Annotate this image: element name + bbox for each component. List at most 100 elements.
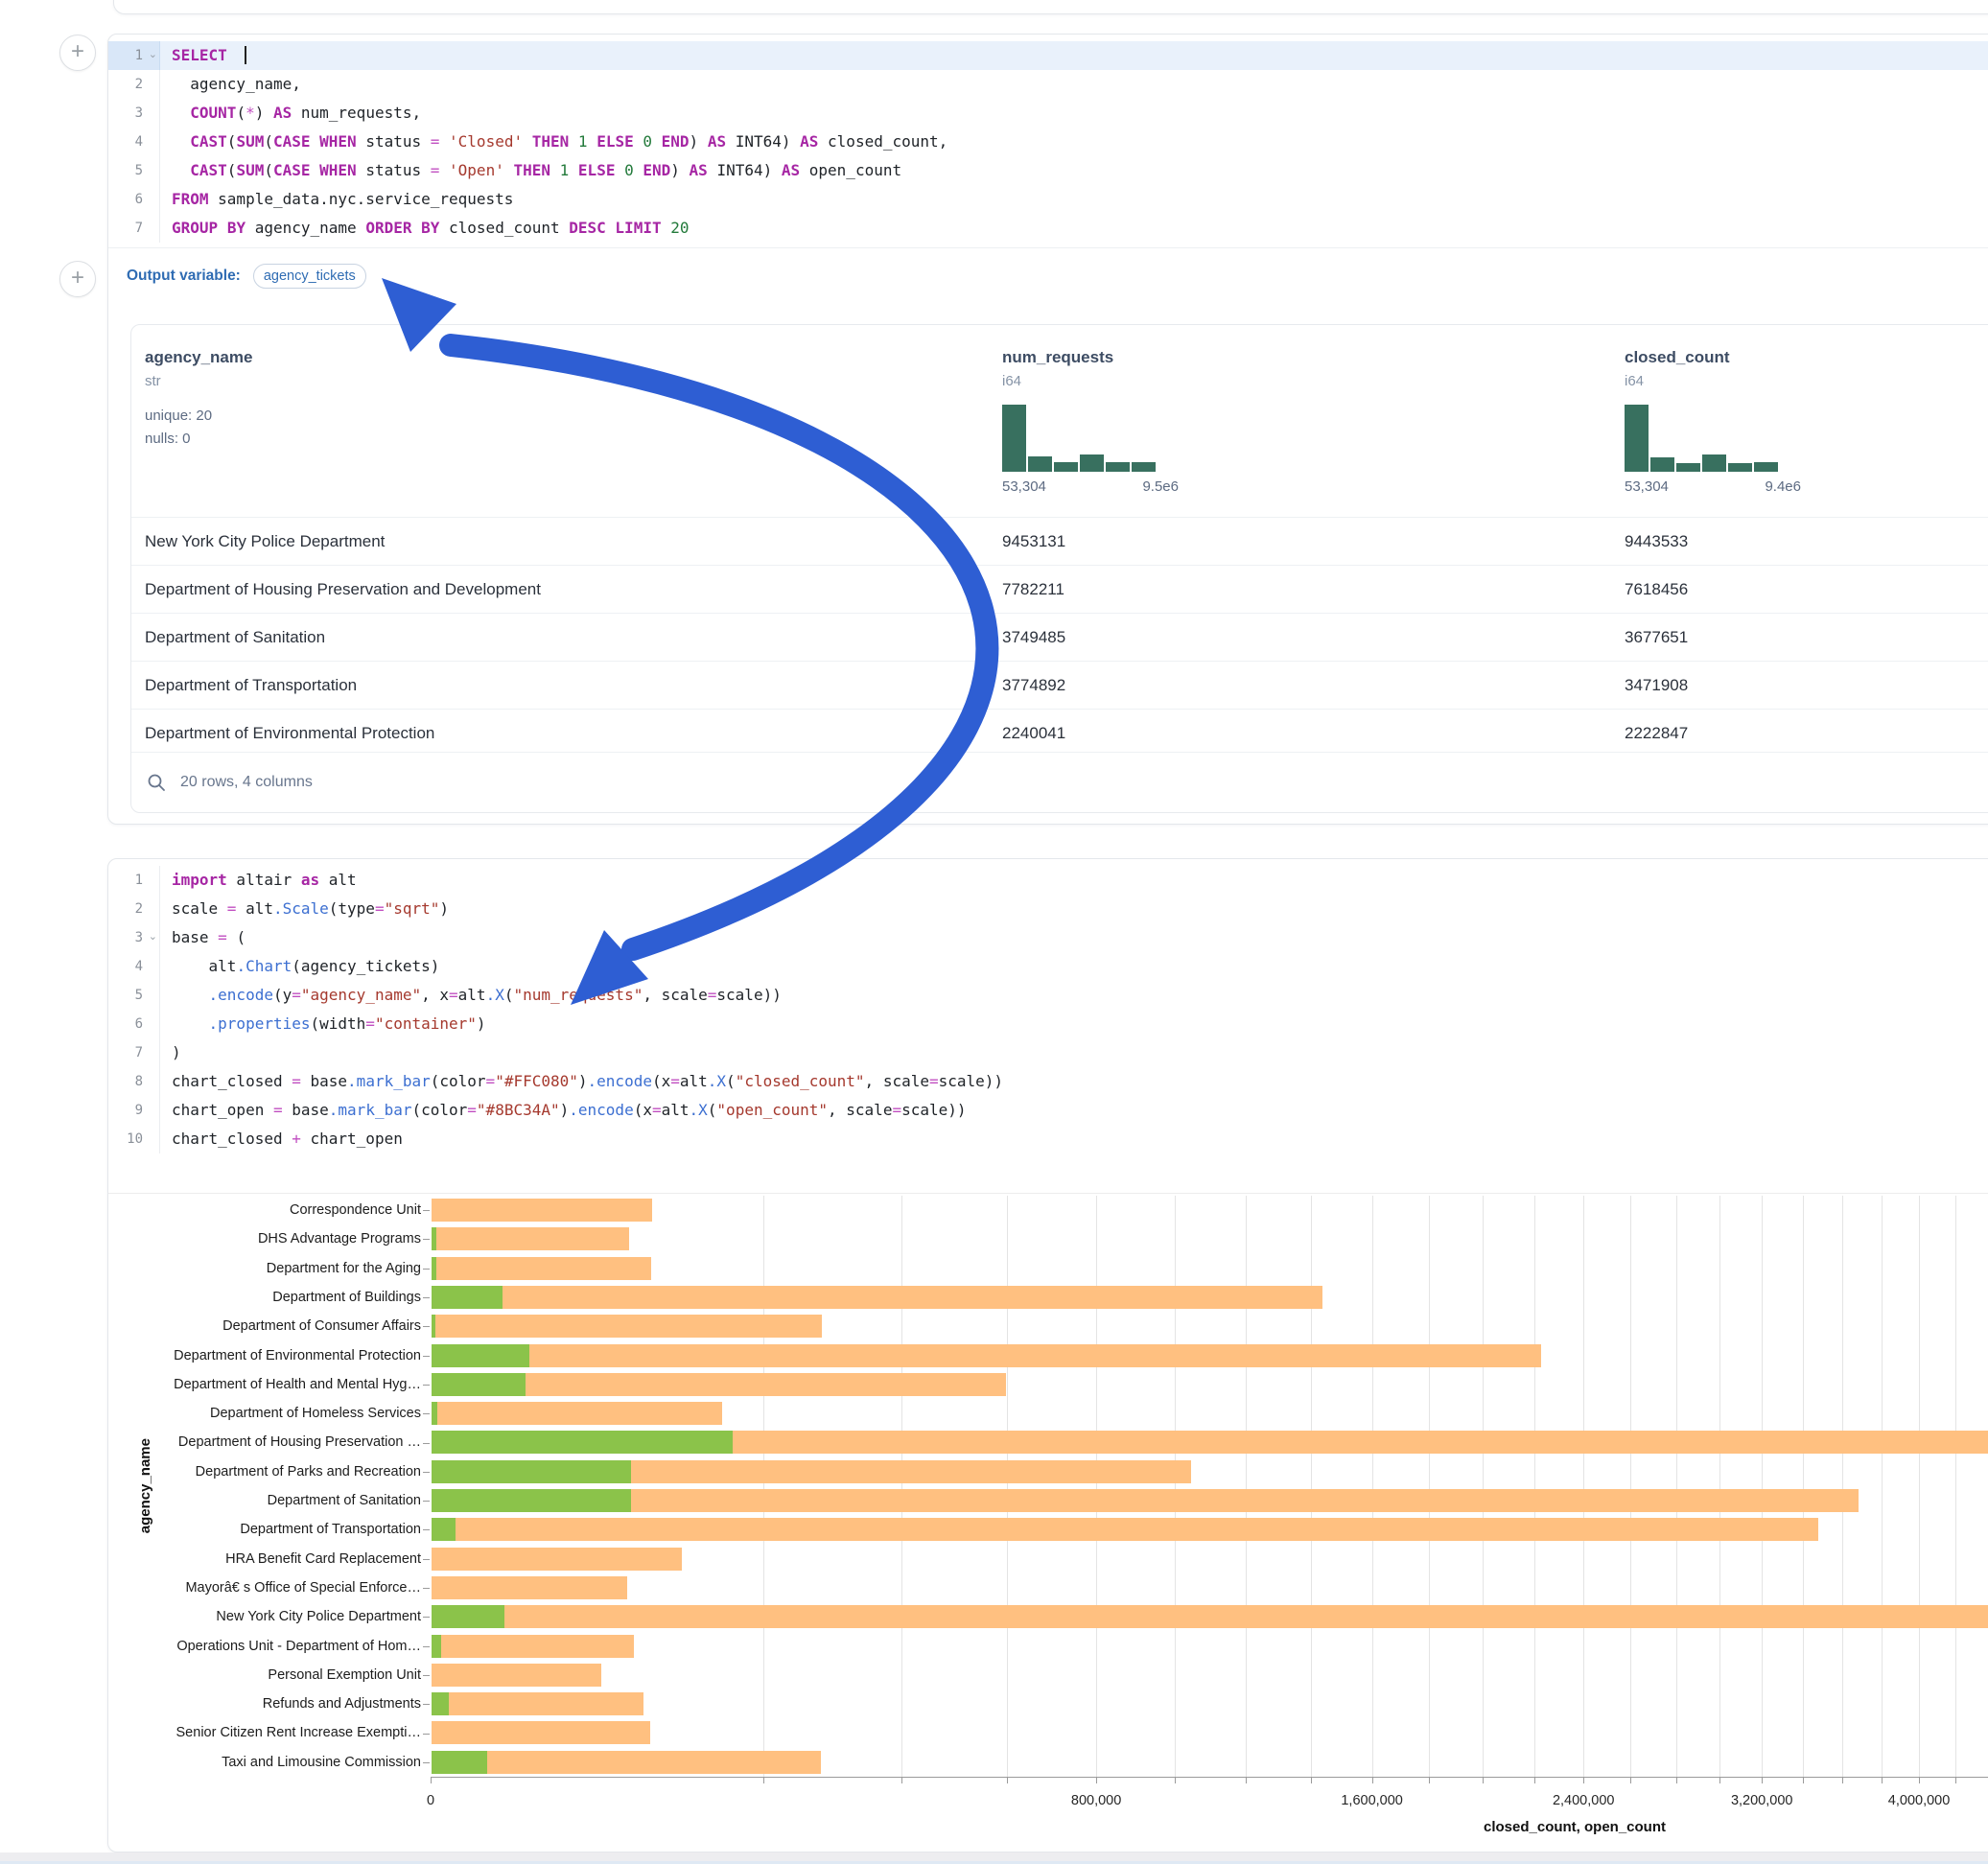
add-cell-button[interactable]: +	[59, 261, 96, 297]
bar-closed-count	[432, 1199, 652, 1222]
table-footer: 20 rows, 4 columns	[131, 752, 1988, 812]
table-cell: 9453131	[1002, 518, 1065, 565]
x-tick	[901, 1778, 902, 1783]
gridline	[1246, 1196, 1247, 1777]
y-tick	[423, 1239, 430, 1240]
table-cell: 3774892	[1002, 662, 1065, 709]
previous-cell-card	[113, 0, 1988, 14]
bar-closed-count	[432, 1635, 634, 1658]
x-tick	[1311, 1778, 1312, 1783]
histogram-bar	[1728, 463, 1752, 472]
bar-open-count	[432, 1373, 526, 1396]
table-row: Department of Transportation377489234719…	[131, 661, 1988, 709]
output-variable-row: Output variable: agency_tickets	[108, 256, 366, 296]
y-axis-label: Mayorâ€ s Office of Special Enforce…	[133, 1573, 421, 1602]
bar-closed-count	[432, 1664, 601, 1687]
y-tick	[423, 1385, 430, 1386]
output-variable-chip[interactable]: agency_tickets	[253, 264, 366, 289]
table-row: New York City Police Department 9453131 94…	[131, 517, 1988, 565]
histogram-range-labels: 53,3049.5e6	[1002, 478, 1179, 495]
x-tick	[1955, 1778, 1956, 1783]
bar-closed-count	[432, 1489, 1859, 1512]
table-cell: Department of Transportation	[145, 662, 357, 709]
x-tick	[1676, 1778, 1677, 1783]
table-row: Department of Sanitation37494853677651	[131, 613, 1988, 661]
histogram-bar	[1625, 405, 1649, 472]
dataframe-preview-card: agency_namestr unique: 20nulls: 0 num_requ…	[130, 324, 1988, 813]
column-header-agency_name[interactable]: agency_namestr unique: 20nulls: 0	[145, 325, 471, 517]
layered-bar-chart: 0800,0001,600,0002,400,0003,200,0004,000…	[108, 859, 1988, 1852]
table-cell: 2222847	[1625, 710, 1688, 757]
line-number: 4	[108, 128, 160, 156]
table-row: Department of Housing Preservation and D…	[131, 565, 1988, 613]
gridline	[1630, 1196, 1631, 1777]
x-tick	[763, 1778, 764, 1783]
y-tick	[423, 1529, 430, 1530]
y-tick	[423, 1501, 430, 1502]
line-number: 6	[108, 185, 160, 214]
add-cell-button[interactable]: +	[59, 35, 96, 71]
x-axis-line	[431, 1777, 1988, 1778]
fold-chevron-icon[interactable]: ⌄	[149, 40, 157, 69]
y-axis-label: Department for the Aging	[133, 1254, 421, 1283]
y-axis-label: Department of Environmental Protection	[133, 1341, 421, 1370]
column-name: agency_name	[145, 325, 471, 367]
table-cell: New York City Police Department	[145, 518, 385, 565]
column-stats: unique: 20nulls: 0	[145, 405, 471, 451]
table-cell: 3677651	[1625, 614, 1688, 661]
x-tick	[1534, 1778, 1535, 1783]
histogram-bar	[1754, 462, 1778, 472]
bar-open-count	[432, 1227, 436, 1250]
gridline	[1483, 1196, 1484, 1777]
bar-open-count	[432, 1344, 529, 1367]
y-tick	[423, 1210, 430, 1211]
x-tick-label: 1,600,000	[1341, 1793, 1403, 1808]
y-axis-label: Department of Health and Mental Hyg…	[133, 1370, 421, 1399]
x-tick	[1483, 1778, 1484, 1783]
y-axis-title: agency_name	[137, 1196, 153, 1777]
y-tick	[423, 1356, 430, 1357]
gridline	[1955, 1196, 1956, 1777]
gridline	[1311, 1196, 1312, 1777]
x-tick-label: 2,400,000	[1553, 1793, 1615, 1808]
x-tick	[1842, 1778, 1843, 1783]
line-number: 2	[108, 70, 160, 99]
gridline	[1803, 1196, 1804, 1777]
y-axis-label: Department of Parks and Recreation	[133, 1457, 421, 1486]
sql-code-editor[interactable]: 1⌄SELECT 2 agency_name,3 COUNT(*) AS num…	[108, 41, 1988, 243]
code-line: 1⌄SELECT	[108, 41, 1988, 70]
column-header-num_requests[interactable]: num_requestsi6453,3049.5e6	[1002, 325, 1328, 517]
y-axis-label: Department of Sanitation	[133, 1486, 421, 1515]
y-tick	[423, 1413, 430, 1414]
column-histogram	[1625, 405, 1778, 472]
x-tick	[1096, 1778, 1097, 1783]
column-name: num_requests	[1002, 325, 1328, 367]
notebook-page: + + 1⌄SELECT 2 agency_name,3 COUNT(*) AS…	[0, 0, 1988, 1864]
bar-closed-count	[432, 1402, 722, 1425]
histogram-bar	[1702, 454, 1726, 472]
code-text: GROUP BY agency_name ORDER BY closed_cou…	[160, 214, 690, 243]
gridline	[763, 1196, 764, 1777]
gridline	[1842, 1196, 1843, 1777]
code-text: COUNT(*) AS num_requests,	[160, 99, 421, 128]
bar-open-count	[432, 1635, 441, 1658]
search-icon[interactable]	[147, 773, 166, 792]
y-axis-label: DHS Advantage Programs	[133, 1224, 421, 1253]
code-text: CAST(SUM(CASE WHEN status = 'Open' THEN …	[160, 156, 901, 185]
table-cell: 9443533	[1625, 518, 1688, 565]
x-tick	[1175, 1778, 1176, 1783]
gridline	[1676, 1196, 1677, 1777]
column-header-closed_count[interactable]: closed_counti6453,3049.4e6	[1625, 325, 1951, 517]
histogram-bar	[1676, 463, 1700, 472]
bar-open-count	[432, 1692, 449, 1715]
bar-closed-count	[432, 1257, 651, 1280]
column-type: str	[145, 373, 471, 389]
bar-closed-count	[432, 1315, 822, 1338]
y-axis-label: Department of Buildings	[133, 1283, 421, 1312]
histogram-bar	[1650, 457, 1674, 472]
y-axis-label: Taxi and Limousine Commission	[133, 1748, 421, 1777]
code-line: 6FROM sample_data.nyc.service_requests	[108, 185, 1988, 214]
code-text: CAST(SUM(CASE WHEN status = 'Closed' THE…	[160, 128, 947, 156]
bar-closed-count	[432, 1548, 682, 1571]
y-axis-label: Department of Transportation	[133, 1515, 421, 1544]
